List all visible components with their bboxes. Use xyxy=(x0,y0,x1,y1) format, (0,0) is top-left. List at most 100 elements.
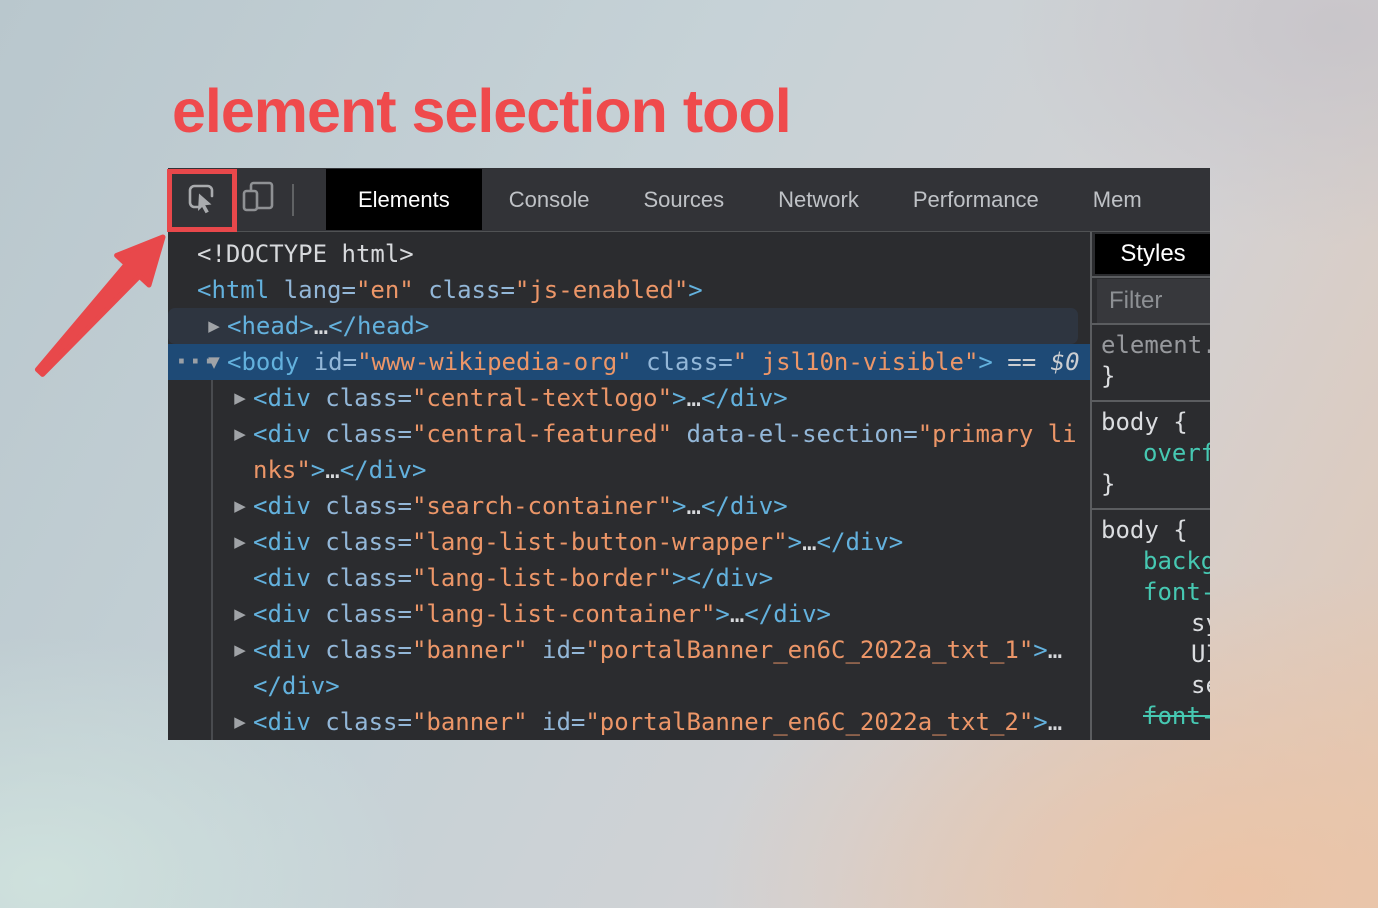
code-segment: "lang-list-border" xyxy=(412,564,672,592)
dom-tree-row[interactable]: <div class="lang-list-border"></div> xyxy=(168,560,1090,596)
tab-network[interactable]: Network xyxy=(751,169,886,230)
code-segment xyxy=(414,276,428,304)
css-rule-line[interactable]: body { xyxy=(1092,407,1210,438)
code-segment: ></div> xyxy=(672,564,773,592)
expand-arrow-right-icon[interactable]: ▶ xyxy=(229,713,251,731)
code-segment: "banner" xyxy=(412,636,528,664)
code-segment: > xyxy=(788,528,802,556)
code-segment: "portalBanner_en6C_2022a_txt_1" xyxy=(585,636,1033,664)
code-segment: </div> xyxy=(701,492,788,520)
styles-filter-input[interactable]: Filter xyxy=(1097,279,1210,323)
tab-console[interactable]: Console xyxy=(482,169,617,230)
code-segment: … xyxy=(802,528,816,556)
code-segment: "en" xyxy=(356,276,414,304)
dom-tree-row[interactable]: <!DOCTYPE html> xyxy=(168,236,1090,272)
code-segment xyxy=(269,276,283,304)
dom-tree-row[interactable]: </div> xyxy=(168,668,1090,704)
css-rule-line[interactable]: backg xyxy=(1092,546,1210,577)
expand-arrow-right-icon[interactable]: ▶ xyxy=(229,641,251,659)
code-segment: id= xyxy=(542,708,585,736)
code-segment: data-el-section= xyxy=(687,420,918,448)
expand-arrow-right-icon[interactable]: ▶ xyxy=(229,605,251,623)
code-segment xyxy=(311,384,325,412)
tab-styles[interactable]: Styles xyxy=(1095,234,1210,274)
dom-tree-row[interactable]: ▶<div class="banner" id="portalBanner_en… xyxy=(168,632,1090,668)
css-rule-line[interactable]: font- xyxy=(1092,701,1210,732)
code-segment: "central-textlogo" xyxy=(412,384,672,412)
code-segment: id= xyxy=(314,348,357,376)
code-segment: > xyxy=(672,384,686,412)
dom-tree-row[interactable]: ▶<div class="central-textlogo">…</div> xyxy=(168,380,1090,416)
code-segment xyxy=(311,564,325,592)
styles-tab-row: Styles xyxy=(1092,232,1210,278)
dom-tree-row[interactable]: ▶<div class="search-container">…</div> xyxy=(168,488,1090,524)
dom-tree-row[interactable]: ···▼<body id="www-wikipedia-org" class="… xyxy=(168,344,1090,380)
code-segment xyxy=(299,348,313,376)
expand-arrow-right-icon[interactable]: ▶ xyxy=(229,497,251,515)
code-segment: > xyxy=(688,276,702,304)
expand-arrow-right-icon[interactable]: ▶ xyxy=(203,317,225,335)
css-rule-line[interactable]: body { xyxy=(1092,515,1210,546)
code-segment: … xyxy=(325,456,339,484)
code-segment: <head> xyxy=(227,312,314,340)
code-segment xyxy=(528,708,542,736)
css-rule-line[interactable]: overf xyxy=(1092,438,1210,469)
dom-tree-row[interactable]: ▶<div class="lang-list-container">…</div… xyxy=(168,596,1090,632)
page-background: { "annotation": { "title": "element sele… xyxy=(0,0,1378,908)
css-rule-section: body {backgfont-syUIsefont- xyxy=(1092,510,1210,740)
dom-tree-row[interactable]: ▶<head>…</head> xyxy=(168,308,1078,344)
css-rule-line[interactable]: } xyxy=(1092,361,1210,392)
annotation-highlight-box xyxy=(167,169,237,232)
dom-tree-row[interactable]: ▶<div class="central-featured" data-el-s… xyxy=(168,416,1090,452)
tab-mem[interactable]: Mem xyxy=(1066,169,1169,230)
devtools-tab-bar: ElementsConsoleSourcesNetworkPerformance… xyxy=(326,168,1210,231)
devtools-window: ElementsConsoleSourcesNetworkPerformance… xyxy=(168,168,1210,740)
code-segment: </div> xyxy=(744,600,831,628)
device-toolbar-icon xyxy=(239,178,279,221)
code-segment xyxy=(311,420,325,448)
code-segment: <div xyxy=(253,528,311,556)
dom-tree-row[interactable]: ▶<div class="lang-list-button-wrapper">…… xyxy=(168,524,1090,560)
css-rule-line[interactable]: font- xyxy=(1092,577,1210,608)
expand-arrow-down-icon[interactable]: ▼ xyxy=(203,353,225,371)
code-segment: "portalBanner_en6C_2022a_txt_2" xyxy=(585,708,1033,736)
code-segment: <div xyxy=(253,420,311,448)
dom-tree-row[interactable]: <html lang="en" class="js-enabled"> xyxy=(168,272,1090,308)
dom-tree-row[interactable]: nks">…</div> xyxy=(168,452,1090,488)
tab-performance[interactable]: Performance xyxy=(886,169,1066,230)
css-rule-line[interactable]: UI xyxy=(1092,639,1210,670)
dom-tree-row[interactable]: ▶<div class="banner" id="portalBanner_en… xyxy=(168,704,1090,740)
expand-arrow-right-icon[interactable]: ▶ xyxy=(229,425,251,443)
css-rule-line[interactable]: element. xyxy=(1092,330,1210,361)
code-segment: <body xyxy=(227,348,299,376)
code-segment: <div xyxy=(253,564,311,592)
device-toolbar-button[interactable] xyxy=(234,168,284,231)
code-segment: class= xyxy=(325,564,412,592)
code-segment: class= xyxy=(325,492,412,520)
code-segment: </div> xyxy=(817,528,904,556)
toolbar-divider xyxy=(292,184,294,216)
tab-elements[interactable]: Elements xyxy=(326,169,482,230)
expand-arrow-right-icon[interactable]: ▶ xyxy=(229,533,251,551)
code-segment: > xyxy=(311,456,325,484)
code-segment: … xyxy=(687,492,701,520)
code-segment: <!DOCTYPE html> xyxy=(197,240,414,268)
code-segment: > xyxy=(715,600,729,628)
code-segment: … xyxy=(730,600,744,628)
code-segment: <html xyxy=(197,276,269,304)
code-segment: <div xyxy=(253,708,311,736)
css-rule-line[interactable]: sy xyxy=(1092,608,1210,639)
tab-sources[interactable]: Sources xyxy=(616,169,751,230)
css-rule-line[interactable]: } xyxy=(1092,469,1210,500)
code-segment: class= xyxy=(325,636,412,664)
code-segment: <div xyxy=(253,384,311,412)
css-rule-section: body {overf} xyxy=(1092,402,1210,510)
code-segment: class= xyxy=(325,600,412,628)
expand-arrow-right-icon[interactable]: ▶ xyxy=(229,389,251,407)
styles-rules: element.}body {overf}body {backgfont-syU… xyxy=(1092,325,1210,740)
css-rule-line[interactable]: se xyxy=(1092,670,1210,701)
styles-sidebar: Styles Filter element.}body {overf}body … xyxy=(1090,232,1210,740)
code-segment: … xyxy=(687,384,701,412)
code-segment: class= xyxy=(428,276,515,304)
code-segment: "search-container" xyxy=(412,492,672,520)
